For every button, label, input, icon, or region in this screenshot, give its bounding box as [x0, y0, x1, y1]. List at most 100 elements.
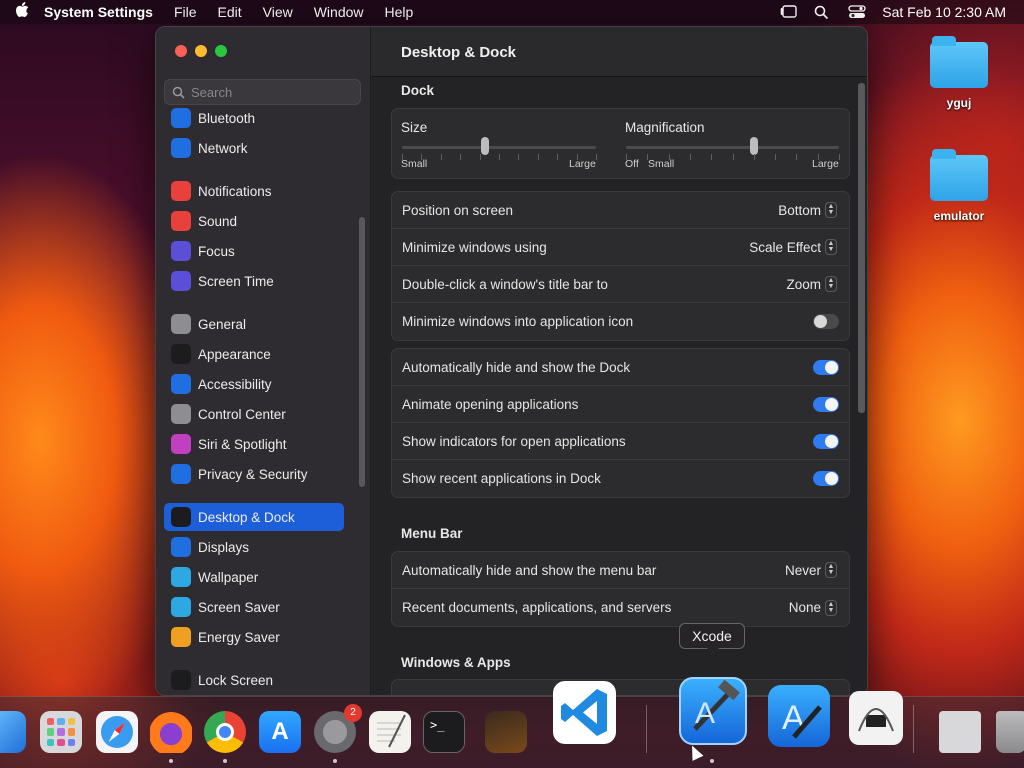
xcode-icon[interactable]: A — [679, 677, 747, 745]
search-field[interactable] — [164, 79, 361, 105]
sidebar-item-screen-saver[interactable]: Screen Saver — [164, 593, 344, 621]
slider-tick — [499, 154, 500, 160]
sidebar-item-bluetooth[interactable]: Bluetooth — [164, 104, 344, 132]
bulb-icon — [171, 627, 191, 647]
finder-icon[interactable] — [0, 711, 26, 753]
sidebar-item-label: Privacy & Security — [198, 466, 308, 482]
menu-window[interactable]: Window — [314, 4, 364, 20]
desktop-folder-yguj[interactable]: yguj — [919, 36, 999, 110]
app-store-icon[interactable]: A — [259, 711, 301, 753]
sidebar-item-appearance[interactable]: Appearance — [164, 340, 344, 368]
minimize-effect-row: Minimize windows using Scale Effect ▲ ▼ — [392, 229, 849, 266]
sidebar-item-control-center[interactable]: Control Center — [164, 400, 344, 428]
launchpad-icon[interactable] — [40, 711, 82, 753]
sidebar-item-energy-saver[interactable]: Energy Saver — [164, 623, 344, 651]
spotlight-search-icon[interactable] — [814, 5, 832, 20]
show-recent-apps-toggle[interactable] — [813, 471, 839, 486]
folder-icon — [930, 36, 988, 88]
sidebar-item-screen-time[interactable]: Screen Time — [164, 267, 344, 295]
sidebar-item-privacy-security[interactable]: Privacy & Security — [164, 460, 344, 488]
garageband-icon[interactable] — [485, 711, 527, 753]
row-label: Animate opening applications — [402, 396, 579, 412]
slider-tick — [668, 154, 670, 160]
minimize-effect-popup[interactable]: Scale Effect ▲ ▼ — [749, 239, 837, 255]
dock-toggles-group: Automatically hide and show the Dock Ani… — [391, 348, 850, 498]
sidebar-item-desktop-dock[interactable]: Desktop & Dock — [164, 503, 344, 531]
system-info-icon[interactable] — [849, 691, 903, 745]
popup-value: None — [788, 600, 821, 615]
main-scrollbar[interactable] — [858, 83, 865, 413]
menu-view[interactable]: View — [263, 4, 293, 20]
menu-clock[interactable]: Sat Feb 10 2:30 AM — [882, 4, 1006, 20]
magnification-off-label: Off — [625, 158, 639, 170]
sidebar-item-network[interactable]: Network — [164, 134, 344, 162]
sidebar-item-siri-spotlight[interactable]: Siri & Spotlight — [164, 430, 344, 458]
slider-tick — [402, 154, 403, 160]
close-button[interactable] — [175, 45, 187, 57]
sidebar-item-label: Wallpaper — [198, 569, 259, 585]
terminal-icon[interactable]: >_ — [423, 711, 465, 753]
recent-items-popup[interactable]: None ▲ ▼ — [788, 599, 837, 616]
dock-tooltip: Xcode — [679, 623, 745, 655]
sidebar-item-wallpaper[interactable]: Wallpaper — [164, 563, 344, 591]
gear-icon — [171, 314, 191, 334]
menu-bar-group: Automatically hide and show the menu bar… — [391, 551, 850, 627]
menu-help[interactable]: Help — [385, 4, 414, 20]
chevron-updown-icon: ▲ ▼ — [825, 562, 837, 578]
moon-icon — [171, 241, 191, 261]
slider-tick — [753, 154, 755, 160]
row-label: Show recent applications in Dock — [402, 471, 601, 486]
sidebar-scrollbar[interactable] — [359, 217, 365, 487]
search-input[interactable] — [191, 84, 351, 100]
sidebar-item-notifications[interactable]: Notifications — [164, 177, 344, 205]
desktop-folder-emulator[interactable]: emulator — [919, 149, 999, 223]
control-center-icon[interactable] — [848, 5, 866, 19]
size-slider-thumb[interactable] — [481, 137, 490, 155]
menu-app-name[interactable]: System Settings — [44, 4, 153, 20]
dock-separator — [913, 705, 914, 753]
chevron-updown-icon: ▲ ▼ — [825, 239, 837, 255]
chrome-icon[interactable] — [204, 711, 246, 753]
zoom-button[interactable] — [215, 45, 227, 57]
running-indicator — [169, 759, 173, 763]
animate-apps-toggle[interactable] — [813, 396, 839, 412]
sidebar-item-focus[interactable]: Focus — [164, 237, 344, 265]
vscode-icon[interactable] — [553, 681, 616, 744]
show-indicators-toggle[interactable] — [813, 433, 839, 449]
magnification-min-label: Small — [648, 158, 675, 170]
sidebar-item-accessibility[interactable]: Accessibility — [164, 370, 344, 398]
size-min-label: Small — [401, 158, 428, 170]
sidebar-item-lock-screen[interactable]: Lock Screen — [164, 666, 344, 694]
sidebar-item-displays[interactable]: Displays — [164, 533, 344, 561]
recent-document-icon[interactable] — [939, 711, 981, 753]
firefox-icon[interactable] — [150, 711, 192, 753]
running-indicator — [710, 759, 714, 763]
autohide-menubar-popup[interactable]: Never ▲ ▼ — [785, 562, 837, 578]
sidebar-item-label: Siri & Spotlight — [198, 436, 287, 452]
double-click-popup[interactable]: Zoom ▲ ▼ — [786, 276, 837, 292]
sidebar-item-sound[interactable]: Sound — [164, 207, 344, 235]
minimize-into-app-toggle[interactable] — [813, 314, 839, 329]
sidebar: Bluetooth Network Notifications Sound Focus S… — [156, 27, 371, 695]
dock-separator — [646, 705, 647, 753]
menu-edit[interactable]: Edit — [218, 4, 242, 20]
size-label: Size — [401, 120, 428, 135]
apple-menu-icon[interactable] — [0, 2, 44, 22]
magnification-slider-thumb[interactable] — [749, 137, 758, 155]
position-popup[interactable]: Bottom ▲ ▼ — [778, 202, 837, 218]
trash-icon[interactable] — [996, 711, 1024, 753]
show-recent-apps-row: Show recent applications in Dock — [392, 460, 849, 497]
slider-tick — [626, 154, 627, 160]
textedit-icon[interactable] — [369, 711, 411, 753]
simulator-icon[interactable]: A — [768, 685, 830, 747]
stage-manager-icon[interactable] — [780, 5, 798, 19]
magnification-slider-track[interactable] — [626, 146, 839, 149]
menu-file[interactable]: File — [174, 4, 197, 20]
autohide-dock-toggle[interactable] — [813, 359, 839, 375]
chevron-updown-icon: ▲ ▼ — [825, 202, 837, 218]
row-label: Automatically hide and show the menu bar — [402, 562, 657, 578]
minimize-button[interactable] — [195, 45, 207, 57]
size-slider-track[interactable] — [402, 146, 596, 149]
sidebar-item-general[interactable]: General — [164, 310, 344, 338]
safari-icon[interactable] — [96, 711, 138, 753]
